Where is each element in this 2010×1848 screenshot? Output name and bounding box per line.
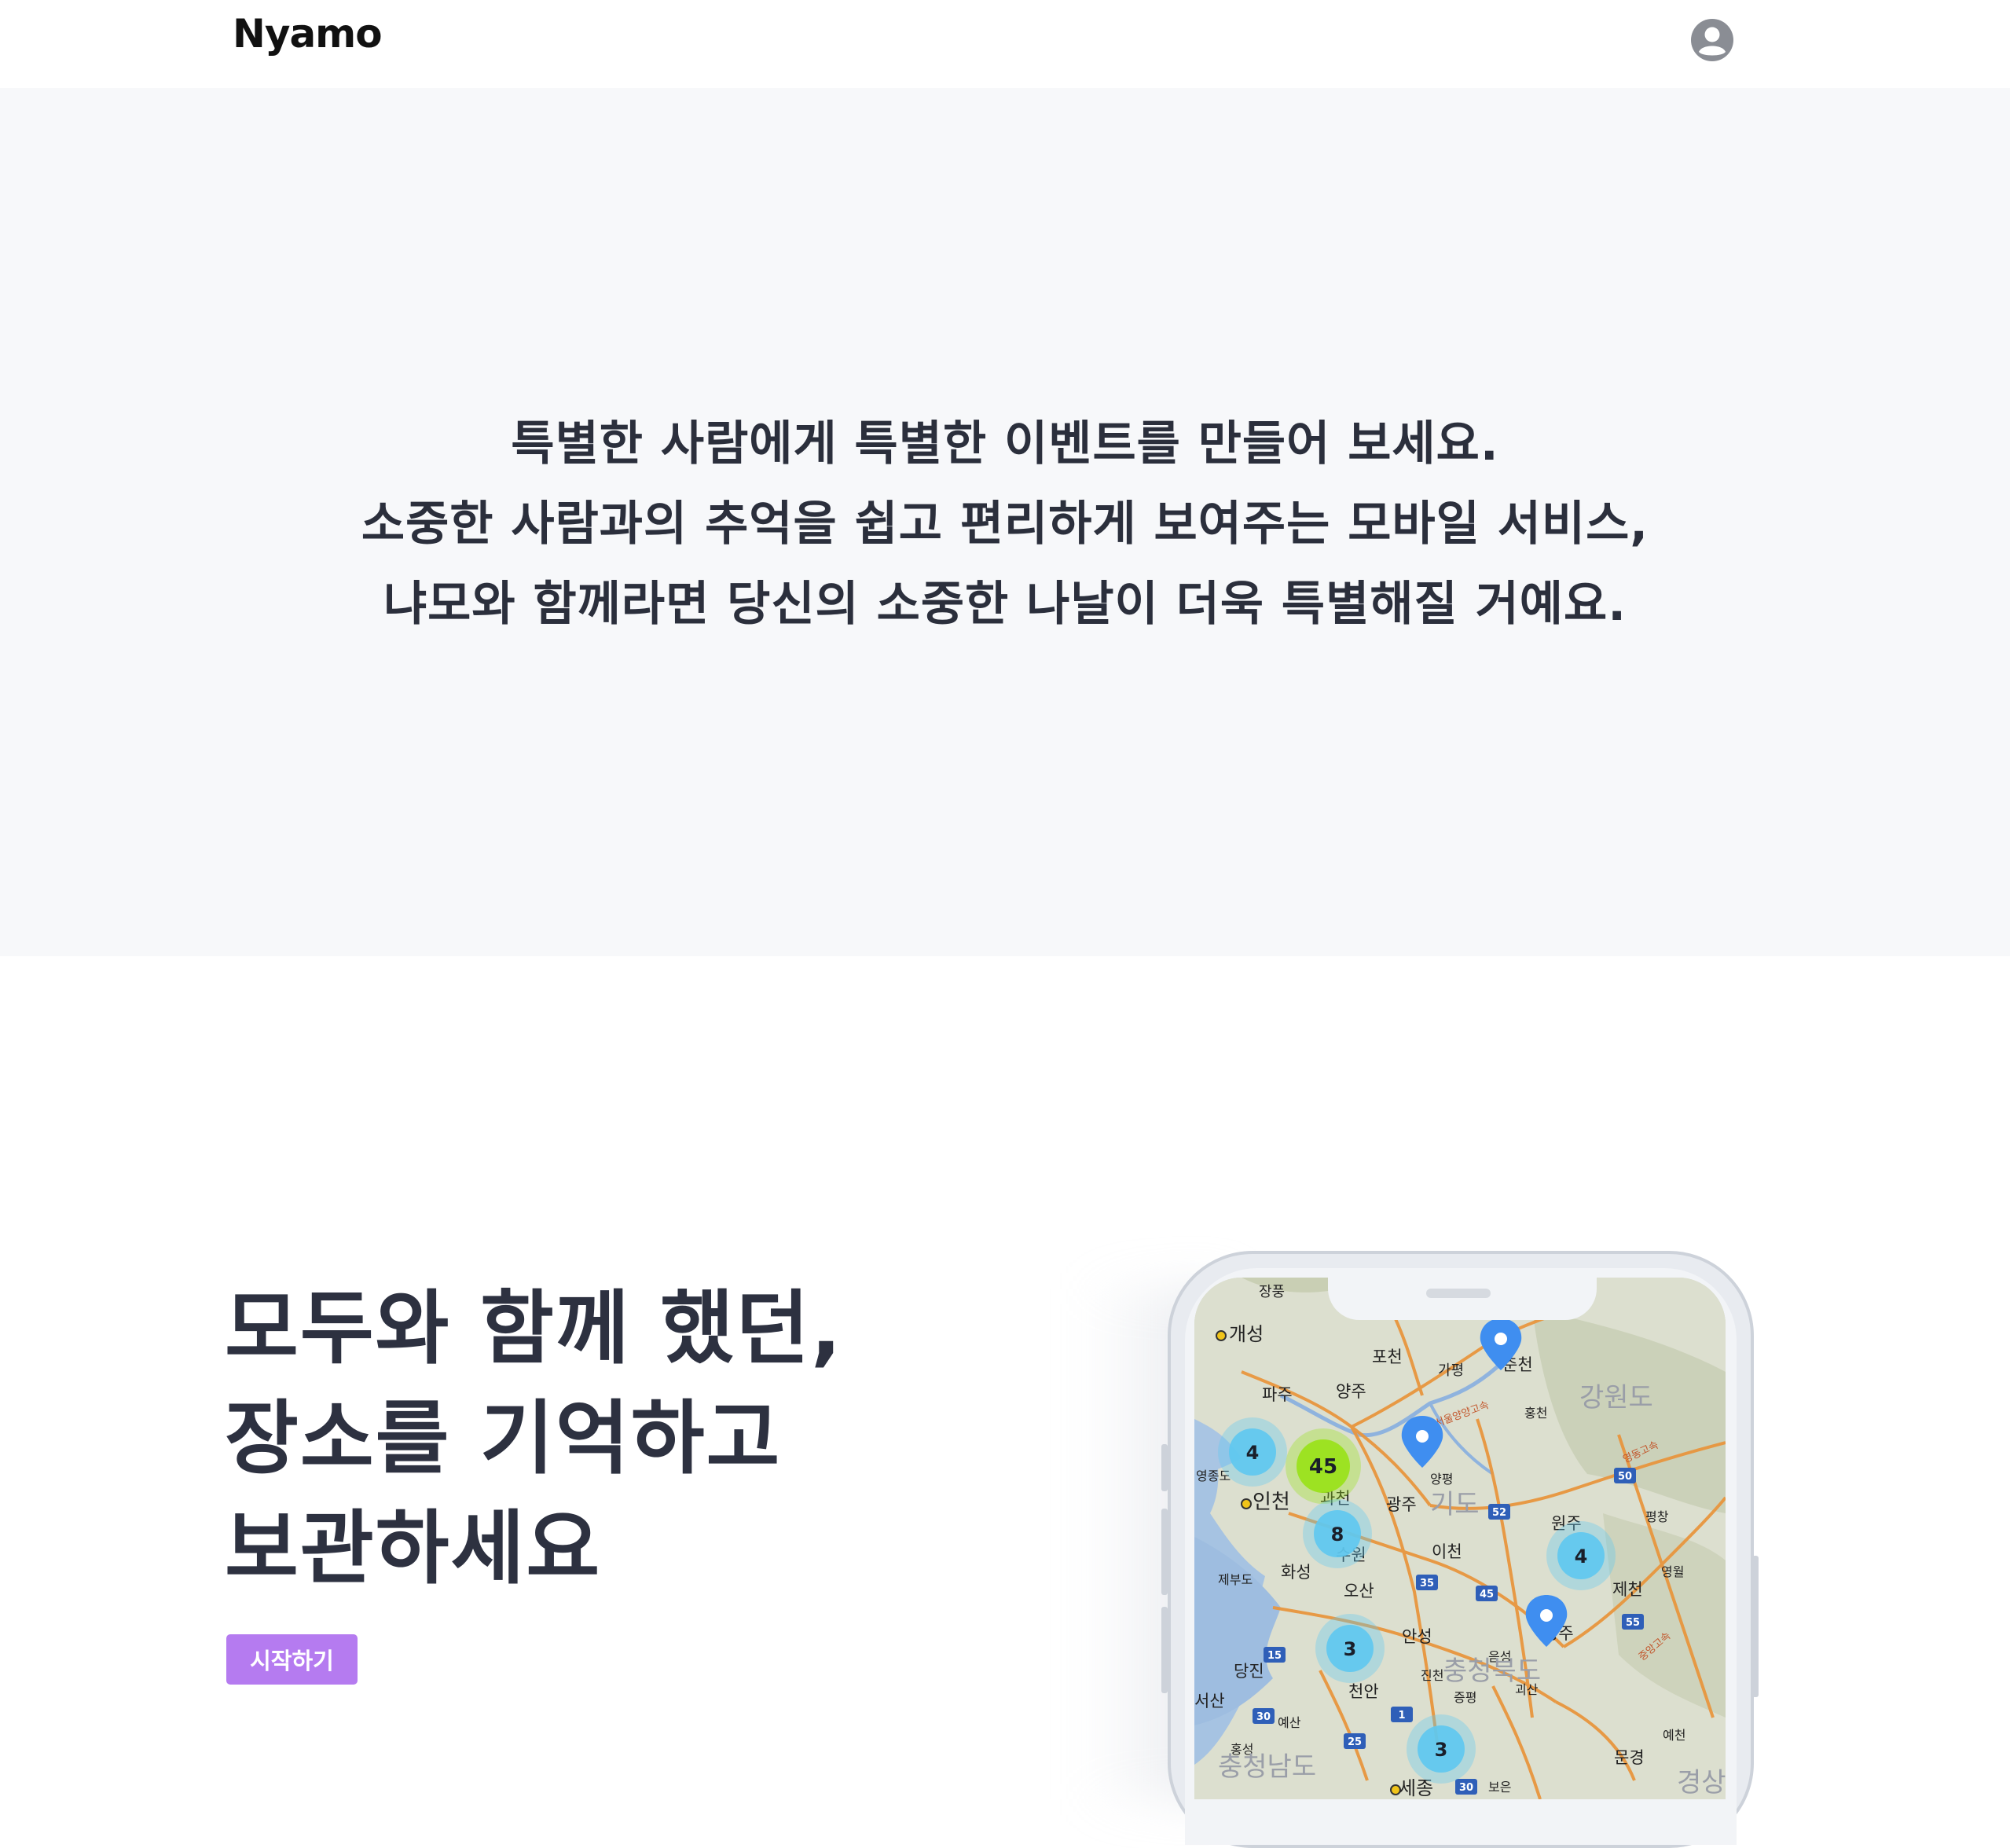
map-label: 인천 xyxy=(1253,1490,1290,1514)
map-label: 보은 xyxy=(1488,1780,1511,1795)
feature-title-line: 장소를 기억하고 xyxy=(225,1392,782,1486)
map-cluster[interactable]: 3 xyxy=(1407,1714,1476,1784)
start-button[interactable]: 시작하기 xyxy=(226,1634,358,1685)
city-dot xyxy=(1390,1784,1401,1795)
map-label: 광주 xyxy=(1386,1495,1417,1514)
svg-text:8: 8 xyxy=(1331,1524,1344,1546)
map-label: 가평 xyxy=(1438,1362,1464,1379)
map-label: 충청남도 xyxy=(1218,1751,1316,1783)
highway-shield: 15 xyxy=(1264,1647,1286,1663)
hero-text: 특별한 사람에게 특별한 이벤트를 만들어 보세요. 소중한 사람과의 추억을 … xyxy=(0,404,2010,644)
hero-line: 냐모와 함께라면 당신의 소중한 나날이 더욱 특별해질 거예요. xyxy=(383,577,1627,632)
highway-shield: 25 xyxy=(1344,1733,1366,1749)
svg-text:45: 45 xyxy=(1309,1455,1337,1479)
phone-side-button xyxy=(1161,1607,1168,1693)
map-label: 예천 xyxy=(1663,1728,1685,1743)
map-label: 경상 xyxy=(1677,1767,1726,1798)
map-label: 예산 xyxy=(1278,1715,1301,1730)
map-label: 장풍 xyxy=(1259,1284,1285,1300)
map-label: 문경 xyxy=(1614,1748,1645,1767)
highway-shield: 30 xyxy=(1253,1708,1275,1724)
map-label: 포천 xyxy=(1372,1348,1403,1366)
svg-text:52: 52 xyxy=(1492,1507,1506,1519)
svg-text:55: 55 xyxy=(1626,1617,1640,1629)
svg-text:25: 25 xyxy=(1348,1736,1362,1748)
svg-text:4: 4 xyxy=(1575,1546,1588,1568)
svg-text:30: 30 xyxy=(1256,1711,1271,1723)
svg-text:45: 45 xyxy=(1480,1589,1494,1600)
highway-shield: 1 xyxy=(1391,1707,1413,1722)
map-label: 제천 xyxy=(1612,1580,1643,1599)
map-cluster[interactable]: 3 xyxy=(1315,1614,1385,1683)
map-label: 양주 xyxy=(1336,1382,1366,1401)
hero-line: 특별한 사람에게 특별한 이벤트를 만들어 보세요. xyxy=(511,416,1499,471)
map-cluster[interactable]: 4 xyxy=(1218,1417,1287,1487)
user-circle-icon[interactable] xyxy=(1689,17,1735,63)
map-screen[interactable]: 장풍 개성 포천 가평 춘천 파주 양주 강원도 홍천 영종도 인천 과천 광주… xyxy=(1194,1278,1726,1799)
svg-text:4: 4 xyxy=(1246,1442,1260,1464)
phone-side-button xyxy=(1161,1444,1168,1491)
city-dot xyxy=(1216,1330,1227,1341)
map-label: 당진 xyxy=(1234,1662,1264,1681)
highway-shield: 30 xyxy=(1455,1779,1477,1795)
highway-shield: 45 xyxy=(1476,1586,1498,1601)
map-label: 제부도 xyxy=(1218,1572,1253,1587)
svg-text:3: 3 xyxy=(1344,1638,1357,1660)
map-label: 안성 xyxy=(1402,1627,1432,1646)
svg-text:50: 50 xyxy=(1618,1471,1632,1483)
map-label: 평창 xyxy=(1645,1509,1669,1524)
hero-line: 소중한 사람과의 추억을 쉽고 편리하게 보여주는 모바일 서비스, xyxy=(361,497,1649,552)
map-label: 파주 xyxy=(1262,1385,1293,1404)
feature-title-line: 모두와 함께 했던, xyxy=(225,1282,843,1376)
highway-shield: 52 xyxy=(1488,1504,1510,1520)
map-label: 천안 xyxy=(1348,1682,1379,1701)
svg-text:15: 15 xyxy=(1267,1650,1282,1662)
map-label: 서산 xyxy=(1194,1692,1225,1710)
phone-side-button xyxy=(1161,1509,1168,1595)
feature-title: 모두와 함께 했던, 장소를 기억하고 보관하세요 xyxy=(225,1274,843,1604)
map-label: 영월 xyxy=(1661,1564,1684,1579)
svg-text:3: 3 xyxy=(1435,1739,1448,1761)
svg-text:30: 30 xyxy=(1459,1782,1473,1794)
highway-shield: 50 xyxy=(1614,1468,1636,1483)
map-label: 홍천 xyxy=(1524,1406,1547,1421)
map-cluster[interactable]: 4 xyxy=(1546,1521,1616,1590)
map-label: 양평 xyxy=(1430,1472,1453,1487)
map-label: 오산 xyxy=(1344,1582,1374,1600)
map-cluster[interactable]: 8 xyxy=(1303,1499,1372,1568)
header: Nyamo xyxy=(0,0,2010,89)
map-cluster[interactable]: 45 xyxy=(1286,1428,1361,1504)
highway-shield: 55 xyxy=(1622,1614,1644,1630)
hero-section: 특별한 사람에게 특별한 이벤트를 만들어 보세요. 소중한 사람과의 추억을 … xyxy=(0,88,2010,956)
map-label: 강원도 xyxy=(1579,1382,1653,1414)
highway-shield: 35 xyxy=(1416,1575,1438,1590)
map-label: 진천 xyxy=(1421,1668,1443,1683)
feature-title-line: 보관하세요 xyxy=(225,1502,602,1596)
map-label: 기도 xyxy=(1430,1489,1480,1520)
city-dot xyxy=(1241,1498,1252,1509)
map-label: 증평 xyxy=(1454,1690,1476,1705)
logo[interactable]: Nyamo xyxy=(233,11,383,57)
phone-side-button xyxy=(1752,1556,1759,1697)
svg-text:35: 35 xyxy=(1420,1578,1434,1590)
map-label: 개성 xyxy=(1229,1323,1264,1345)
svg-text:1: 1 xyxy=(1398,1710,1405,1722)
phone-speaker xyxy=(1426,1289,1491,1298)
map-label: 화성 xyxy=(1281,1563,1311,1582)
map-label: 이천 xyxy=(1432,1542,1462,1561)
map-label: 괴산 xyxy=(1515,1682,1539,1697)
map-view[interactable]: 장풍 개성 포천 가평 춘천 파주 양주 강원도 홍천 영종도 인천 과천 광주… xyxy=(1194,1278,1726,1799)
